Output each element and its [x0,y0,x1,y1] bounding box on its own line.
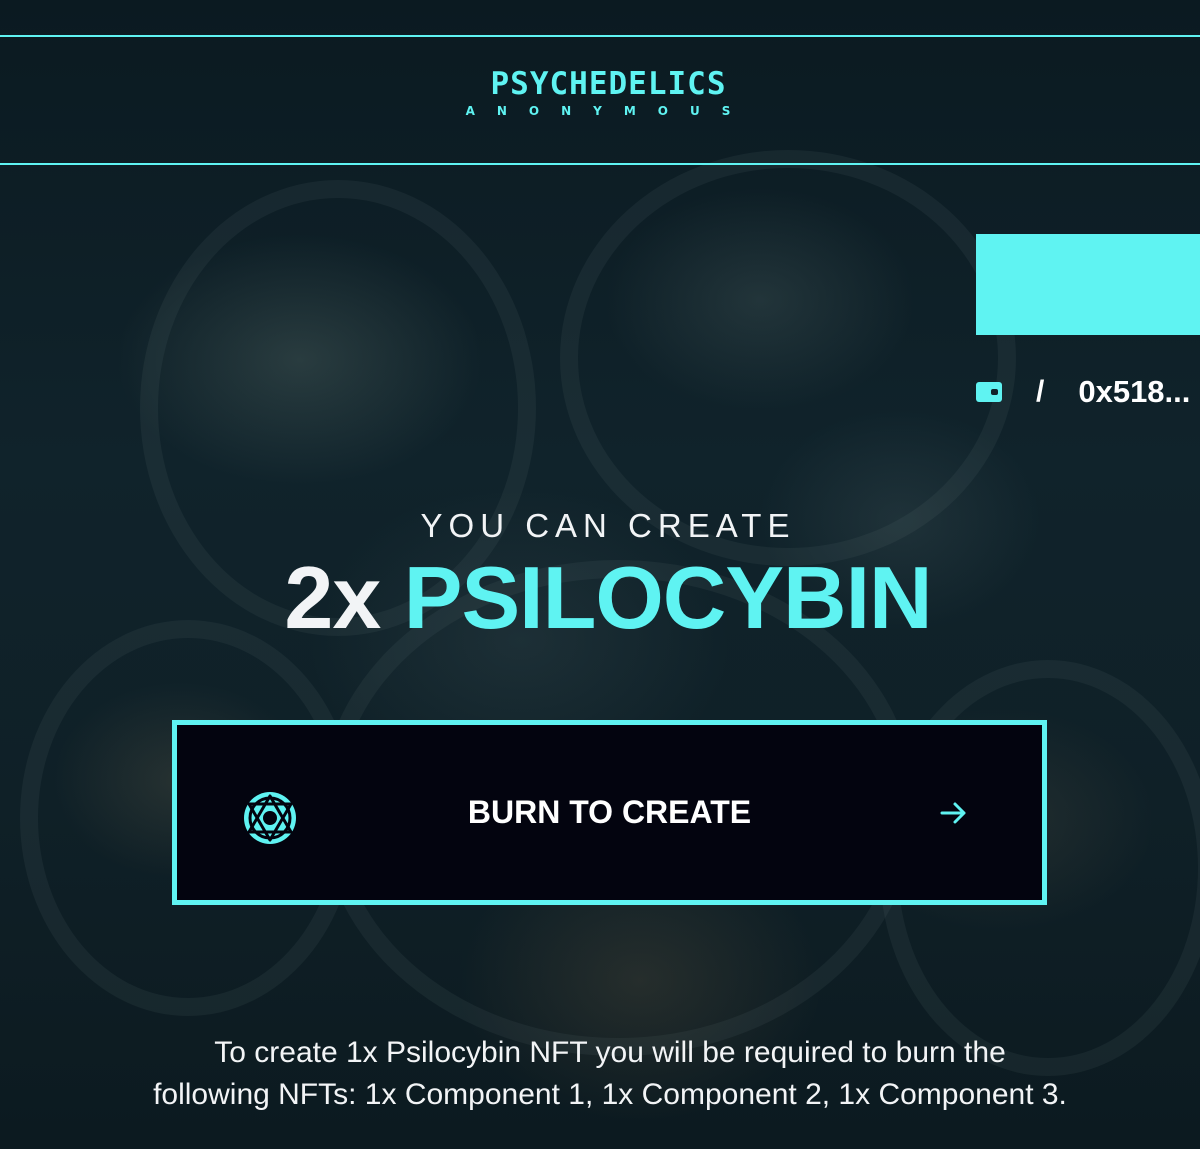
arrow-right-icon [940,802,966,824]
wallet-icon [976,382,1002,402]
wallet-connect-button[interactable] [976,234,1200,335]
wallet-separator: / [1036,375,1045,408]
create-item-name: PSILOCYBIN [403,548,933,647]
burn-requirements-line: following NFTs: 1x Component 1, 1x Compo… [153,1078,1067,1111]
burn-to-create-button[interactable]: BURN TO CREATE [172,720,1047,905]
create-count: 2x [284,548,381,647]
wallet-address: 0x518... [1078,374,1191,409]
burn-requirements-line: To create 1x Psilocybin NFT you will be … [214,1036,1006,1069]
create-intro-text: YOU CAN CREATE [420,507,796,544]
create-headline: 2x PSILOCYBIN [0,548,1200,648]
logo-title: PSYCHEDELICS [490,66,727,102]
wallet-status[interactable]: / 0x518... [976,372,1190,412]
header-top-border [0,35,1200,37]
burn-button-label: BURN TO CREATE [467,794,752,830]
burn-requirements-text: To create 1x Psilocybin NFT you will be … [60,1032,1160,1116]
logo[interactable]: PSYCHEDELICS ANONYMOUS [0,68,1200,118]
logo-subtitle: ANONYMOUS [465,104,753,118]
header-bottom-border [0,163,1200,165]
background-swirl [560,150,1016,566]
